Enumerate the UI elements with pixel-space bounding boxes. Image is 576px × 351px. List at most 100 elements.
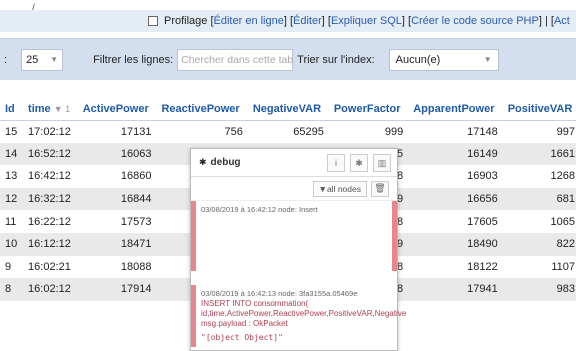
message-line: id,time,ActivePower,ReactivePower,Positi…: [201, 309, 407, 318]
table-cell: 17914: [77, 278, 157, 301]
table-cell: 1107: [502, 255, 576, 279]
message-line: INSERT INTO consommation(: [201, 299, 309, 308]
bug-icon: ✱: [199, 157, 207, 167]
top-bar: / Profilage [ Éditer en ligne ] [ Éditer…: [0, 0, 576, 38]
table-cell: 983: [502, 278, 576, 301]
table-cell: 10: [0, 232, 24, 256]
debug-filter-row: ▼all nodes 🗑: [191, 177, 397, 201]
table-cell: 16:02:12: [23, 278, 78, 301]
table-cell: 16:42:12: [23, 165, 78, 188]
table-cell: 15: [0, 120, 24, 143]
table-cell: 16063: [77, 142, 157, 166]
table-cell: 681: [502, 187, 576, 211]
debug-panel: ✱ debug i ✱ ▥ ▼all nodes 🗑 03/08/2019 à …: [190, 148, 407, 351]
table-cell: 8: [0, 278, 24, 301]
table-cell: 16860: [77, 165, 157, 188]
table-cell: 756: [156, 120, 248, 143]
chevron-down-icon: ▼: [50, 55, 59, 64]
debug-message: 03/08/2019 à 16:42:12 node: Insert: [191, 201, 397, 271]
table-cell: 12: [0, 187, 24, 211]
table-cell: 18490: [408, 232, 503, 256]
table-cell: 16:02:21: [23, 255, 78, 279]
table-cell: 17148: [408, 120, 503, 143]
table-cell: 16:12:12: [23, 232, 78, 256]
table-cell: 822: [502, 232, 576, 256]
table-cell: 16844: [77, 187, 157, 211]
debug-message: 03/08/2019 à 16:42:13 node: 3fa3155a.054…: [191, 285, 407, 347]
message-marker: [392, 201, 397, 271]
column-header[interactable]: time ▼ 1: [23, 98, 78, 121]
table-cell: 13: [0, 165, 24, 188]
column-header[interactable]: PowerFactor: [328, 98, 409, 121]
all-nodes-filter[interactable]: ▼all nodes: [312, 180, 367, 197]
profiling-checkbox[interactable]: [148, 16, 158, 26]
separator: ] [: [401, 15, 412, 27]
sort-value: Aucun(e): [395, 53, 441, 66]
info-icon[interactable]: i: [327, 154, 345, 172]
table-cell: 999: [328, 120, 409, 143]
table-cell: 17131: [77, 120, 157, 143]
link-create-php[interactable]: Créer le code source PHP: [411, 15, 539, 27]
table-cell: 18122: [408, 255, 503, 279]
sort-index-select[interactable]: Aucun(e) ▼: [388, 48, 499, 71]
link-edit[interactable]: Éditer: [293, 15, 322, 27]
separator: ] [: [321, 15, 331, 27]
table-cell: 16903: [408, 165, 503, 188]
table-cell: 16:52:12: [23, 142, 78, 166]
column-header[interactable]: ActivePower: [77, 98, 157, 121]
separator: ] [: [283, 15, 294, 27]
table-cell: 1065: [502, 210, 576, 233]
table-cell: 1268: [502, 165, 576, 188]
profiling-label: Profilage [: [164, 15, 214, 27]
rows-per-page-select[interactable]: 25 ▼: [21, 48, 64, 71]
table-cell: 16:22:12: [23, 210, 78, 233]
table-row[interactable]: 15 17:02:12 17131 756 65295 999 17148 997: [0, 120, 576, 143]
chevron-down-icon: ▼: [483, 55, 492, 64]
table-cell: 11: [0, 210, 24, 233]
table-cell: 997: [502, 120, 576, 143]
column-header[interactable]: PositiveVAR: [502, 98, 576, 121]
message-object[interactable]: "[object Object]": [201, 333, 391, 343]
message-marker: [191, 201, 196, 271]
column-header-label: time: [28, 102, 51, 115]
column-header[interactable]: Id: [0, 98, 24, 121]
table-cell: 14: [0, 142, 24, 166]
table-cell: 17:02:12: [23, 120, 78, 143]
chart-icon[interactable]: ▥: [373, 154, 391, 172]
column-header[interactable]: NegativeVAR: [247, 98, 329, 121]
table-controls: : 25 ▼ Filtrer les lignes: Chercher dans…: [0, 38, 576, 80]
link-edit-inline[interactable]: Éditer en ligne: [214, 15, 284, 27]
sort-indicator: ▼ 1: [53, 103, 71, 114]
debug-title: debug: [210, 157, 241, 168]
table-cell: 18471: [77, 232, 157, 256]
bug-icon[interactable]: ✱: [350, 154, 368, 172]
table-cell: 16656: [408, 187, 503, 211]
query-actions-bar: Profilage [ Éditer en ligne ] [ Éditer ]…: [0, 10, 576, 32]
rows-value: 25: [26, 53, 39, 66]
column-header[interactable]: ApparentPower: [408, 98, 503, 121]
trash-icon[interactable]: 🗑: [371, 180, 389, 197]
table-cell: 17573: [77, 210, 157, 233]
rows-label: :: [4, 53, 8, 66]
table-cell: 17941: [408, 278, 503, 301]
message-meta: 03/08/2019 à 16:42:12 node: Insert: [201, 205, 318, 214]
column-header[interactable]: ReactivePower: [156, 98, 248, 121]
table-cell: 65295: [247, 120, 329, 143]
table-cell: 16149: [408, 142, 503, 166]
table-cell: 17605: [408, 210, 503, 233]
message-line: msg.payload : OkPacket: [201, 319, 288, 328]
table-cell: 1661: [502, 142, 576, 166]
link-actions[interactable]: Act: [554, 15, 570, 27]
table-cell: 18088: [77, 255, 157, 279]
message-marker: [191, 285, 196, 347]
separator: ] | [: [538, 15, 554, 27]
link-explain-sql[interactable]: Expliquer SQL: [331, 15, 402, 27]
table-cell: 9: [0, 255, 24, 279]
sort-label: Trier sur l'index:: [297, 53, 375, 66]
table-header-row: Id time ▼ 1 ActivePower ReactivePower Ne…: [0, 98, 576, 121]
filter-input[interactable]: Chercher dans cette tab: [177, 48, 293, 71]
table-cell: 16:32:12: [23, 187, 78, 211]
debug-header: ✱ debug i ✱ ▥: [191, 149, 397, 177]
message-meta: 03/08/2019 à 16:42:13 node: 3fa3155a.054…: [201, 289, 358, 298]
filter-label: Filtrer les lignes:: [93, 53, 174, 66]
